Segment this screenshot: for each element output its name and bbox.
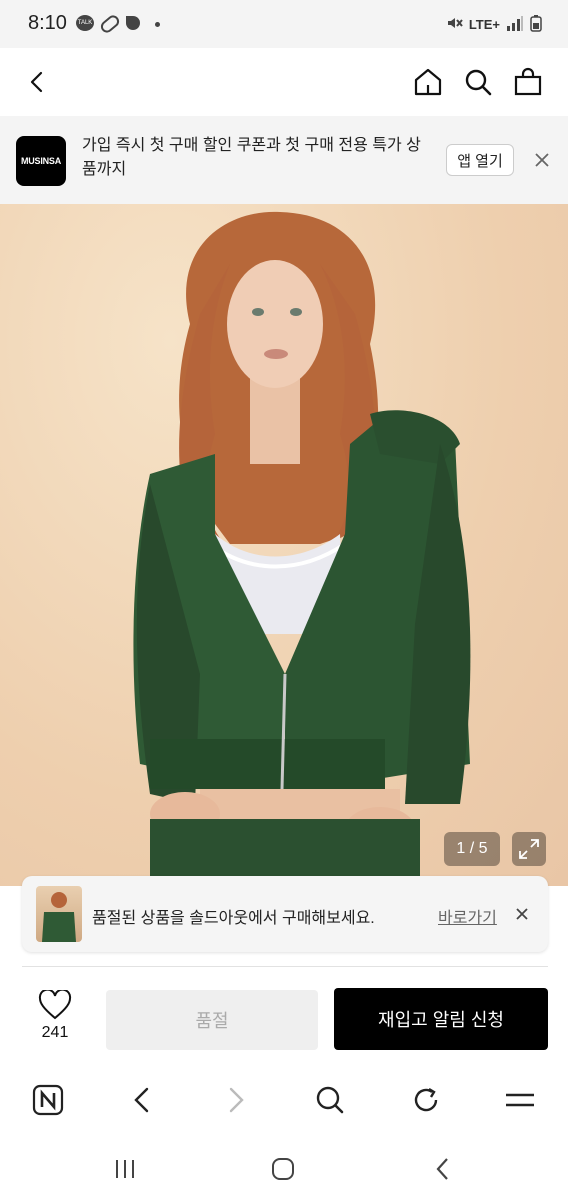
system-navigation-bar	[0, 1140, 568, 1200]
status-time: 8:10	[28, 12, 67, 34]
banner-close-button[interactable]	[530, 148, 554, 172]
app-install-banner: MUSINSA 가입 즉시 첫 구매 할인 쿠폰과 첫 구매 전용 특가 상품까…	[0, 116, 568, 204]
open-app-button[interactable]: 앱 열기	[446, 144, 514, 176]
signal-icon	[506, 15, 524, 34]
heart-icon	[38, 988, 72, 1020]
expand-button[interactable]	[512, 832, 546, 866]
leaf-icon	[126, 16, 140, 30]
home-icon	[414, 68, 442, 96]
mute-icon	[445, 14, 463, 35]
system-back-button[interactable]	[430, 1156, 456, 1182]
chevron-right-icon	[229, 1087, 244, 1113]
chevron-left-icon	[134, 1087, 149, 1113]
expand-icon	[519, 839, 539, 859]
pill-icon	[98, 12, 122, 36]
app-header	[0, 48, 568, 116]
search-button[interactable]	[458, 62, 498, 102]
search-icon	[465, 69, 492, 96]
browser-back-button[interactable]	[120, 1078, 164, 1122]
product-thumbnail	[36, 886, 82, 942]
browser-forward-button[interactable]	[214, 1078, 258, 1122]
hamburger-menu-icon	[506, 1093, 534, 1107]
musinsa-logo: MUSINSA	[16, 136, 66, 186]
browser-search-button[interactable]	[308, 1078, 352, 1122]
soldout-toast: 품절된 상품을 솔드아웃에서 구매해보세요. 바로가기	[22, 876, 548, 952]
reload-button[interactable]	[404, 1078, 448, 1122]
status-bar: 8:10 TALK LTE+	[0, 0, 568, 48]
browser-menu-button[interactable]	[498, 1078, 542, 1122]
toast-close-button[interactable]	[512, 904, 532, 924]
chevron-left-icon	[436, 1158, 448, 1180]
product-image[interactable]: 1 / 5	[0, 204, 568, 886]
toast-message: 품절된 상품을 솔드아웃에서 구매해보세요.	[92, 910, 375, 927]
like-count: 241	[41, 1024, 69, 1041]
dot-icon	[155, 22, 160, 27]
cart-button[interactable]	[508, 62, 548, 102]
recent-apps-button[interactable]	[112, 1156, 138, 1182]
reload-icon	[414, 1087, 438, 1112]
toast-shortcut-link[interactable]: 바로가기	[438, 904, 497, 928]
purchase-bar: 241 품절 재입고 알림 신청	[0, 976, 568, 1060]
close-icon	[516, 908, 528, 920]
banner-message: 가입 즉시 첫 구매 할인 쿠폰과 첫 구매 전용 특가 상품까지	[82, 137, 421, 178]
back-button[interactable]	[18, 62, 58, 102]
shopping-bag-icon	[514, 67, 542, 96]
search-icon	[316, 1086, 344, 1114]
home-button[interactable]	[408, 62, 448, 102]
image-pager: 1 / 5	[444, 832, 500, 866]
chevron-left-icon	[30, 71, 43, 93]
sold-out-button: 품절	[106, 990, 318, 1050]
status-right: LTE+	[445, 14, 542, 35]
naver-n-icon	[32, 1084, 64, 1116]
like-button[interactable]	[38, 988, 72, 1020]
divider	[22, 966, 548, 967]
recents-icon	[116, 1160, 134, 1178]
system-home-button[interactable]	[270, 1156, 296, 1182]
network-label: LTE+	[468, 17, 500, 32]
battery-icon	[530, 14, 542, 35]
model-photo	[133, 211, 471, 886]
restock-alert-button[interactable]: 재입고 알림 신청	[334, 988, 548, 1050]
home-circle-icon	[272, 1158, 294, 1180]
talk-icon: TALK	[76, 15, 94, 31]
naver-home-button[interactable]	[26, 1078, 70, 1122]
browser-toolbar	[0, 1060, 568, 1140]
close-icon	[535, 153, 549, 167]
